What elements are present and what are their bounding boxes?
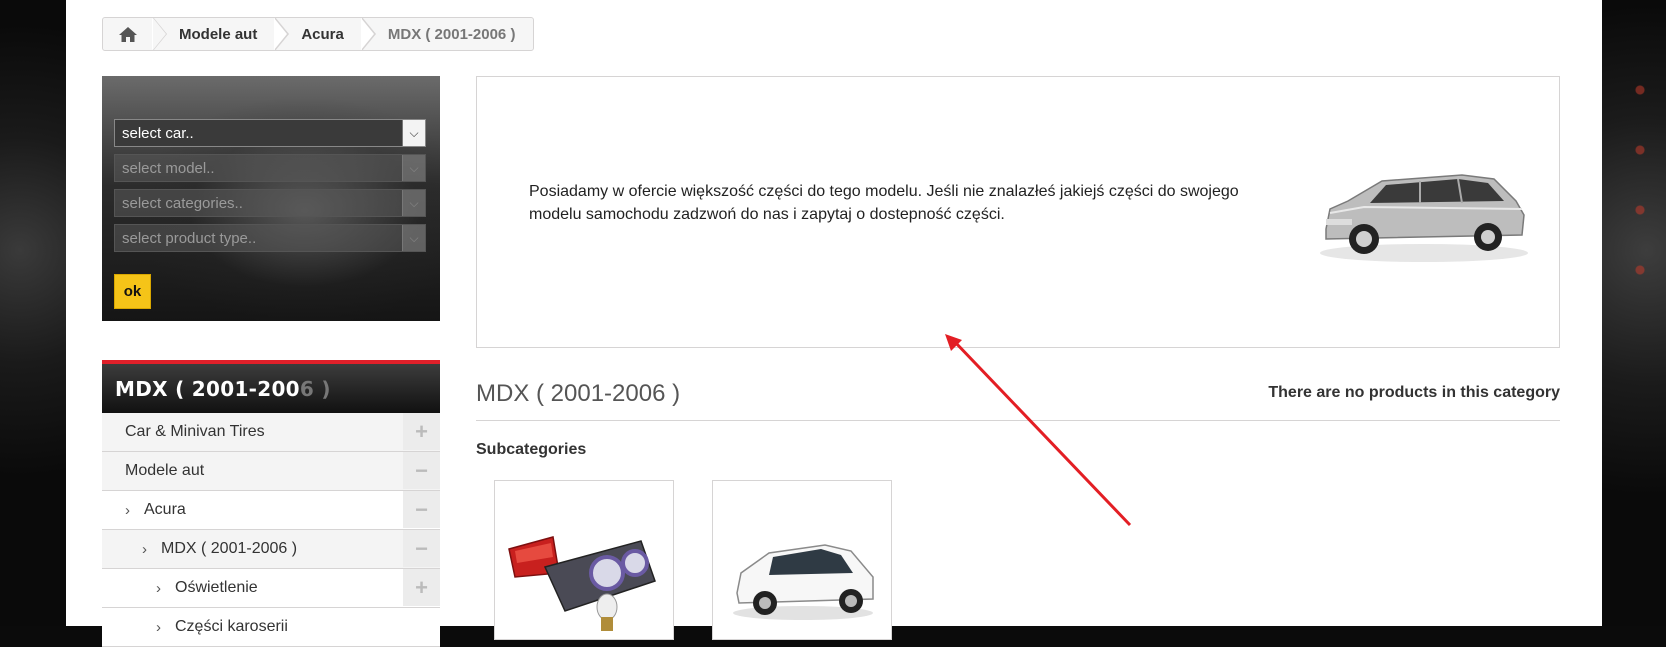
subcategory-card-czesci-karoserii[interactable] bbox=[712, 480, 892, 640]
category-item-modele-aut[interactable]: Modele aut − bbox=[102, 452, 440, 491]
category-item-label: MDX ( 2001-2006 ) bbox=[161, 540, 298, 557]
subcategories-title: Subcategories bbox=[476, 441, 587, 458]
page-content: Modele aut Acura MDX ( 2001-2006 ) selec… bbox=[66, 0, 1602, 647]
category-item-acura[interactable]: › Acura − bbox=[102, 491, 440, 530]
breadcrumb-item-acura[interactable]: Acura bbox=[274, 17, 362, 51]
background-decoration bbox=[1626, 60, 1654, 320]
category-title-text-faded: 6 ) bbox=[299, 376, 331, 401]
category-item-label: Modele aut bbox=[125, 462, 205, 479]
chevron-down-icon: ⌵ bbox=[402, 225, 425, 251]
category-item-label: Oświetlenie bbox=[175, 579, 258, 596]
expand-icon[interactable]: + bbox=[403, 413, 440, 450]
category-item-czesci-karoserii[interactable]: › Części karoserii bbox=[102, 608, 440, 647]
subcategory-image-car bbox=[733, 544, 874, 620]
breadcrumb: Modele aut Acura MDX ( 2001-2006 ) bbox=[102, 17, 535, 51]
breadcrumb-home[interactable] bbox=[103, 18, 166, 50]
collapse-icon[interactable]: − bbox=[403, 452, 440, 489]
subcategory-card-oswietlenie[interactable] bbox=[494, 480, 674, 640]
chevron-right-icon: › bbox=[142, 540, 147, 558]
chevron-right-icon: › bbox=[156, 618, 161, 636]
select-car-dropdown[interactable]: select car.. ⌵ bbox=[114, 119, 426, 147]
select-categories-value: select categories.. bbox=[122, 194, 243, 212]
right-background bbox=[1602, 0, 1666, 626]
category-title-text: MDX ( 2001-200 bbox=[115, 376, 300, 401]
category-item-label: Car & Minivan Tires bbox=[125, 423, 265, 440]
subcategory-image-lights bbox=[508, 536, 656, 631]
select-product-type-dropdown[interactable]: select product type.. ⌵ bbox=[114, 224, 426, 252]
chevron-down-icon: ⌵ bbox=[402, 120, 425, 146]
select-car-value: select car.. bbox=[122, 124, 194, 142]
select-model-dropdown[interactable]: select model.. ⌵ bbox=[114, 154, 426, 182]
category-description-box: Posiadamy w ofercie większość części do … bbox=[476, 76, 1560, 348]
left-background bbox=[0, 0, 66, 626]
select-categories-dropdown[interactable]: select categories.. ⌵ bbox=[114, 189, 426, 217]
breadcrumb-item-modele-aut[interactable]: Modele aut bbox=[151, 17, 275, 51]
chevron-down-icon: ⌵ bbox=[402, 190, 425, 216]
collapse-icon[interactable]: − bbox=[403, 530, 440, 567]
collapse-icon[interactable]: − bbox=[403, 491, 440, 528]
category-description: Posiadamy w ofercie większość części do … bbox=[529, 183, 1239, 223]
category-block: MDX ( 2001-200 6 ) Car & Minivan Tires + … bbox=[102, 360, 440, 647]
category-item-label: Acura bbox=[144, 501, 186, 518]
page-title: MDX ( 2001-2006 ) bbox=[476, 380, 681, 407]
ok-button[interactable]: ok bbox=[114, 274, 151, 309]
breadcrumb-current: MDX ( 2001-2006 ) bbox=[360, 17, 534, 51]
select-product-type-value: select product type.. bbox=[122, 229, 257, 247]
category-item-car-minivan-tires[interactable]: Car & Minivan Tires + bbox=[102, 413, 440, 452]
category-block-title: MDX ( 2001-200 6 ) bbox=[102, 360, 440, 413]
car-selector-panel: select car.. ⌵ select model.. ⌵ select c… bbox=[102, 76, 440, 321]
chevron-right-icon: › bbox=[156, 579, 161, 597]
category-item-oswietlenie[interactable]: › Oświetlenie + bbox=[102, 569, 440, 608]
no-products-message: There are no products in this category bbox=[1268, 384, 1560, 401]
select-model-value: select model.. bbox=[122, 159, 215, 177]
car-image bbox=[1320, 174, 1528, 262]
chevron-down-icon: ⌵ bbox=[402, 155, 425, 181]
home-icon bbox=[119, 26, 137, 42]
category-item-mdx[interactable]: › MDX ( 2001-2006 ) − bbox=[102, 530, 440, 569]
expand-icon[interactable]: + bbox=[403, 569, 440, 606]
chevron-right-icon: › bbox=[125, 501, 130, 519]
category-item-label: Części karoserii bbox=[175, 618, 288, 635]
category-heading-row: MDX ( 2001-2006 ) There are no products … bbox=[476, 380, 1560, 421]
